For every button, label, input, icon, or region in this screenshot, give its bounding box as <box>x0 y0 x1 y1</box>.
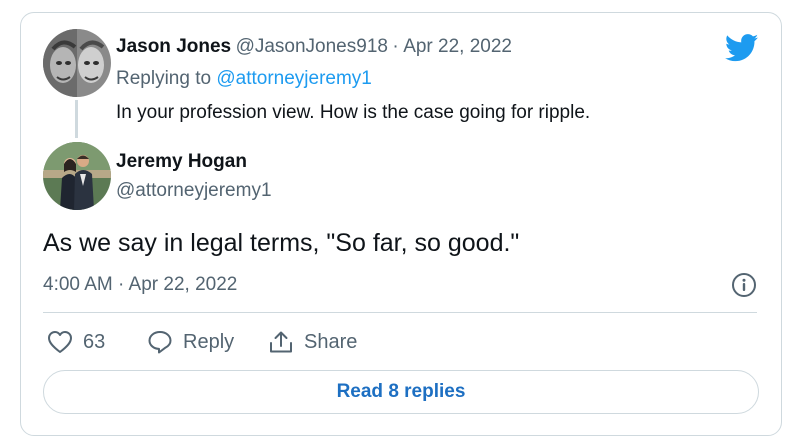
reply-label: Reply <box>183 330 235 353</box>
replying-to-prefix: Replying to <box>116 68 212 89</box>
twitter-bird-icon[interactable] <box>725 34 759 62</box>
reply-button[interactable]: Reply <box>147 330 234 354</box>
read-replies-label: Read 8 replies <box>336 381 466 402</box>
share-upload-icon <box>270 331 292 353</box>
read-replies-button[interactable]: Read 8 replies <box>43 370 759 414</box>
speech-bubble-icon <box>148 331 172 354</box>
main-tweet-text: As we say in legal terms, "So far, so go… <box>43 229 520 257</box>
avatar-jason-jones[interactable] <box>43 29 111 97</box>
tweet-timestamp[interactable]: 4:00 AM · Apr 22, 2022 <box>43 274 237 296</box>
like-count: 63 <box>83 330 106 353</box>
share-button[interactable]: Share <box>268 330 357 354</box>
replying-to-line: Replying to @attorneyjeremy1 <box>116 68 372 90</box>
info-icon[interactable] <box>731 272 757 298</box>
avatar-jeremy-hogan[interactable] <box>43 142 111 210</box>
action-divider <box>43 312 757 313</box>
quoted-author-name[interactable]: Jason Jones <box>116 36 231 57</box>
share-label: Share <box>304 330 358 353</box>
quoted-tweet-header: Jason Jones @JasonJones918 · Apr 22, 202… <box>116 36 512 58</box>
thread-connector-line <box>75 100 78 138</box>
main-author-handle[interactable]: @attorneyjeremy1 <box>116 180 272 202</box>
quoted-tweet-text: In your profession view. How is the case… <box>116 102 591 123</box>
quoted-author-handle[interactable]: @JasonJones918 <box>236 36 388 57</box>
replying-to-handle-link[interactable]: @attorneyjeremy1 <box>216 68 372 89</box>
quoted-tweet-date[interactable]: Apr 22, 2022 <box>403 36 512 57</box>
like-button[interactable]: 63 <box>47 330 105 354</box>
main-author-name[interactable]: Jeremy Hogan <box>116 151 247 173</box>
header-separator: · <box>392 36 399 57</box>
heart-icon <box>48 331 72 353</box>
